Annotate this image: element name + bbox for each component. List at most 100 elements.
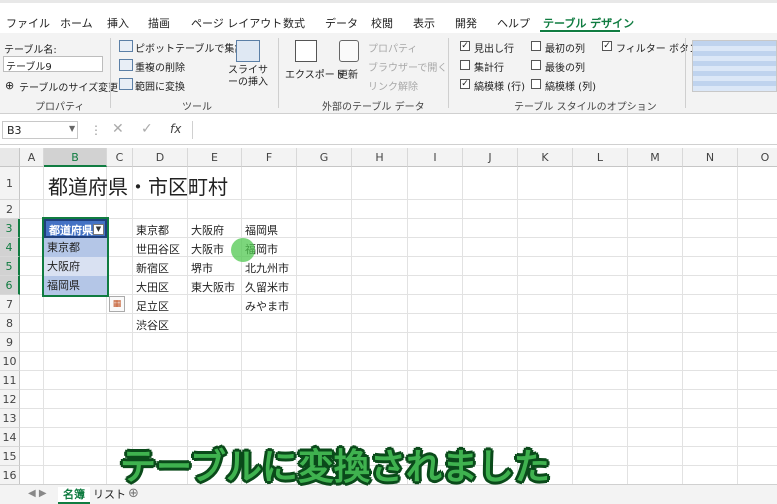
row-header-5[interactable]: 5: [0, 257, 20, 276]
cell-col-d[interactable]: 大田区: [136, 279, 169, 295]
row-header-16[interactable]: 16: [0, 466, 20, 484]
tab-file[interactable]: ファイル: [6, 15, 50, 31]
sheet-title[interactable]: 都道府県・市区町村: [48, 171, 228, 200]
tab-insert[interactable]: 挿入: [107, 15, 129, 31]
gridline-v: [187, 167, 188, 484]
table-style-gallery[interactable]: [692, 40, 777, 92]
filter-button-checkbox[interactable]: ✓: [602, 41, 612, 51]
name-box[interactable]: B3 ▼: [2, 121, 78, 139]
selection-border: [42, 217, 109, 297]
tab-developer[interactable]: 開発: [455, 15, 477, 31]
sheet-tab-roster[interactable]: 名簿: [58, 487, 90, 504]
row-header-1[interactable]: 1: [0, 167, 20, 200]
dropdown-arrow-icon[interactable]: ▼: [69, 124, 75, 133]
cell-col-e[interactable]: 大阪市: [191, 241, 224, 257]
column-header-j[interactable]: J: [463, 148, 518, 167]
row-header-9[interactable]: 9: [0, 333, 20, 352]
row-header-6[interactable]: 6: [0, 276, 20, 295]
column-header-f[interactable]: F: [242, 148, 297, 167]
function-icon[interactable]: fx: [170, 122, 181, 136]
cell-col-e[interactable]: 大阪府: [191, 222, 224, 238]
row-header-2[interactable]: 2: [0, 200, 20, 219]
tab-help[interactable]: ヘルプ: [497, 15, 530, 31]
tab-formulas[interactable]: 数式: [283, 15, 305, 31]
first-column-label: 最初の列: [545, 44, 585, 55]
tab-table-design[interactable]: テーブル デザイン: [543, 15, 634, 31]
column-header-i[interactable]: I: [408, 148, 463, 167]
row-header-15[interactable]: 15: [0, 447, 20, 466]
quick-analysis-icon[interactable]: ▦: [109, 296, 125, 312]
gridline-v: [737, 167, 738, 484]
select-all-corner[interactable]: [0, 148, 20, 167]
cell-col-f[interactable]: 久留米市: [245, 279, 289, 295]
export-button[interactable]: エクスポート: [285, 66, 345, 81]
row-header-7[interactable]: 7: [0, 295, 20, 314]
header-row-checkbox[interactable]: ✓: [460, 41, 470, 51]
first-column-checkbox[interactable]: [531, 41, 541, 51]
column-header-l[interactable]: L: [573, 148, 628, 167]
gridline-h: [20, 332, 777, 333]
sheet-scroll-icon[interactable]: ◀ ▶: [28, 488, 47, 499]
row-header-10[interactable]: 10: [0, 352, 20, 371]
row-header-13[interactable]: 13: [0, 409, 20, 428]
column-header-n[interactable]: N: [683, 148, 738, 167]
row-header-3[interactable]: 3: [0, 219, 20, 238]
cell-col-e[interactable]: 東大阪市: [191, 279, 235, 295]
cell-col-d[interactable]: 足立区: [136, 298, 169, 314]
table-name-label: テーブル名:: [4, 45, 57, 56]
refresh-button[interactable]: 更新: [338, 66, 358, 81]
column-header-b[interactable]: B: [44, 148, 107, 167]
column-header-c[interactable]: C: [107, 148, 133, 167]
column-header-e[interactable]: E: [188, 148, 242, 167]
header-row-label: 見出し行: [474, 44, 514, 55]
cell-col-e[interactable]: 堺市: [191, 260, 213, 276]
cell-col-d[interactable]: 新宿区: [136, 260, 169, 276]
row-header-4[interactable]: 4: [0, 238, 20, 257]
confirm-icon[interactable]: ✓: [141, 121, 153, 137]
cell-col-d[interactable]: 渋谷区: [136, 317, 169, 333]
last-column-checkbox[interactable]: [531, 60, 541, 70]
tab-home[interactable]: ホーム: [60, 15, 93, 31]
resize-table-button[interactable]: テーブルのサイズ変更: [19, 79, 118, 94]
cell-col-f[interactable]: 福岡県: [245, 222, 278, 238]
gridline-h: [20, 389, 777, 390]
column-header-k[interactable]: K: [518, 148, 573, 167]
cancel-icon[interactable]: ✕: [112, 121, 124, 137]
filter-button-label: フィルター ボタン: [616, 44, 699, 55]
table-properties-button: プロパティ: [368, 44, 418, 55]
insert-slicer-button[interactable]: スライサーの挿入: [224, 65, 272, 89]
tab-data[interactable]: データ: [325, 15, 358, 31]
cell-col-f[interactable]: みやま市: [245, 298, 289, 314]
name-box-value: B3: [7, 124, 22, 137]
cell-col-d[interactable]: 世田谷区: [136, 241, 180, 257]
tab-page-layout[interactable]: ページ レイアウト: [191, 15, 282, 31]
row-header-14[interactable]: 14: [0, 428, 20, 447]
remove-duplicates-icon: [119, 59, 133, 71]
pivot-summary-button[interactable]: ピボットテーブルで集計: [135, 40, 244, 55]
worksheet-grid[interactable]: ABCDEFGHIJKLMNO 123456789101112131415161…: [0, 148, 777, 484]
tab-view[interactable]: 表示: [413, 15, 435, 31]
ribbon-tab-bar: ファイル ホーム 挿入 描画 ページ レイアウト 数式 データ 校閲 表示 開発…: [0, 0, 777, 34]
table-name-input[interactable]: テーブル9: [3, 56, 103, 73]
column-header-h[interactable]: H: [352, 148, 408, 167]
column-header-o[interactable]: O: [738, 148, 777, 167]
convert-to-range-button[interactable]: 範囲に変換: [135, 78, 185, 93]
cell-col-f[interactable]: 北九州市: [245, 260, 289, 276]
row-header-11[interactable]: 11: [0, 371, 20, 390]
column-header-m[interactable]: M: [628, 148, 683, 167]
tab-draw[interactable]: 描画: [148, 15, 170, 31]
banded-columns-checkbox[interactable]: [531, 79, 541, 89]
formula-input[interactable]: [192, 121, 777, 139]
cell-col-d[interactable]: 東京都: [136, 222, 169, 238]
row-header-12[interactable]: 12: [0, 390, 20, 409]
resize-icon: ⊕: [5, 79, 15, 92]
title-strip: [0, 0, 777, 3]
banded-rows-checkbox[interactable]: ✓: [460, 79, 470, 89]
total-row-checkbox[interactable]: [460, 60, 470, 70]
column-header-a[interactable]: A: [20, 148, 44, 167]
column-header-g[interactable]: G: [297, 148, 352, 167]
tab-review[interactable]: 校閲: [371, 15, 393, 31]
remove-duplicates-button[interactable]: 重複の削除: [135, 59, 185, 74]
row-header-8[interactable]: 8: [0, 314, 20, 333]
column-header-d[interactable]: D: [133, 148, 188, 167]
